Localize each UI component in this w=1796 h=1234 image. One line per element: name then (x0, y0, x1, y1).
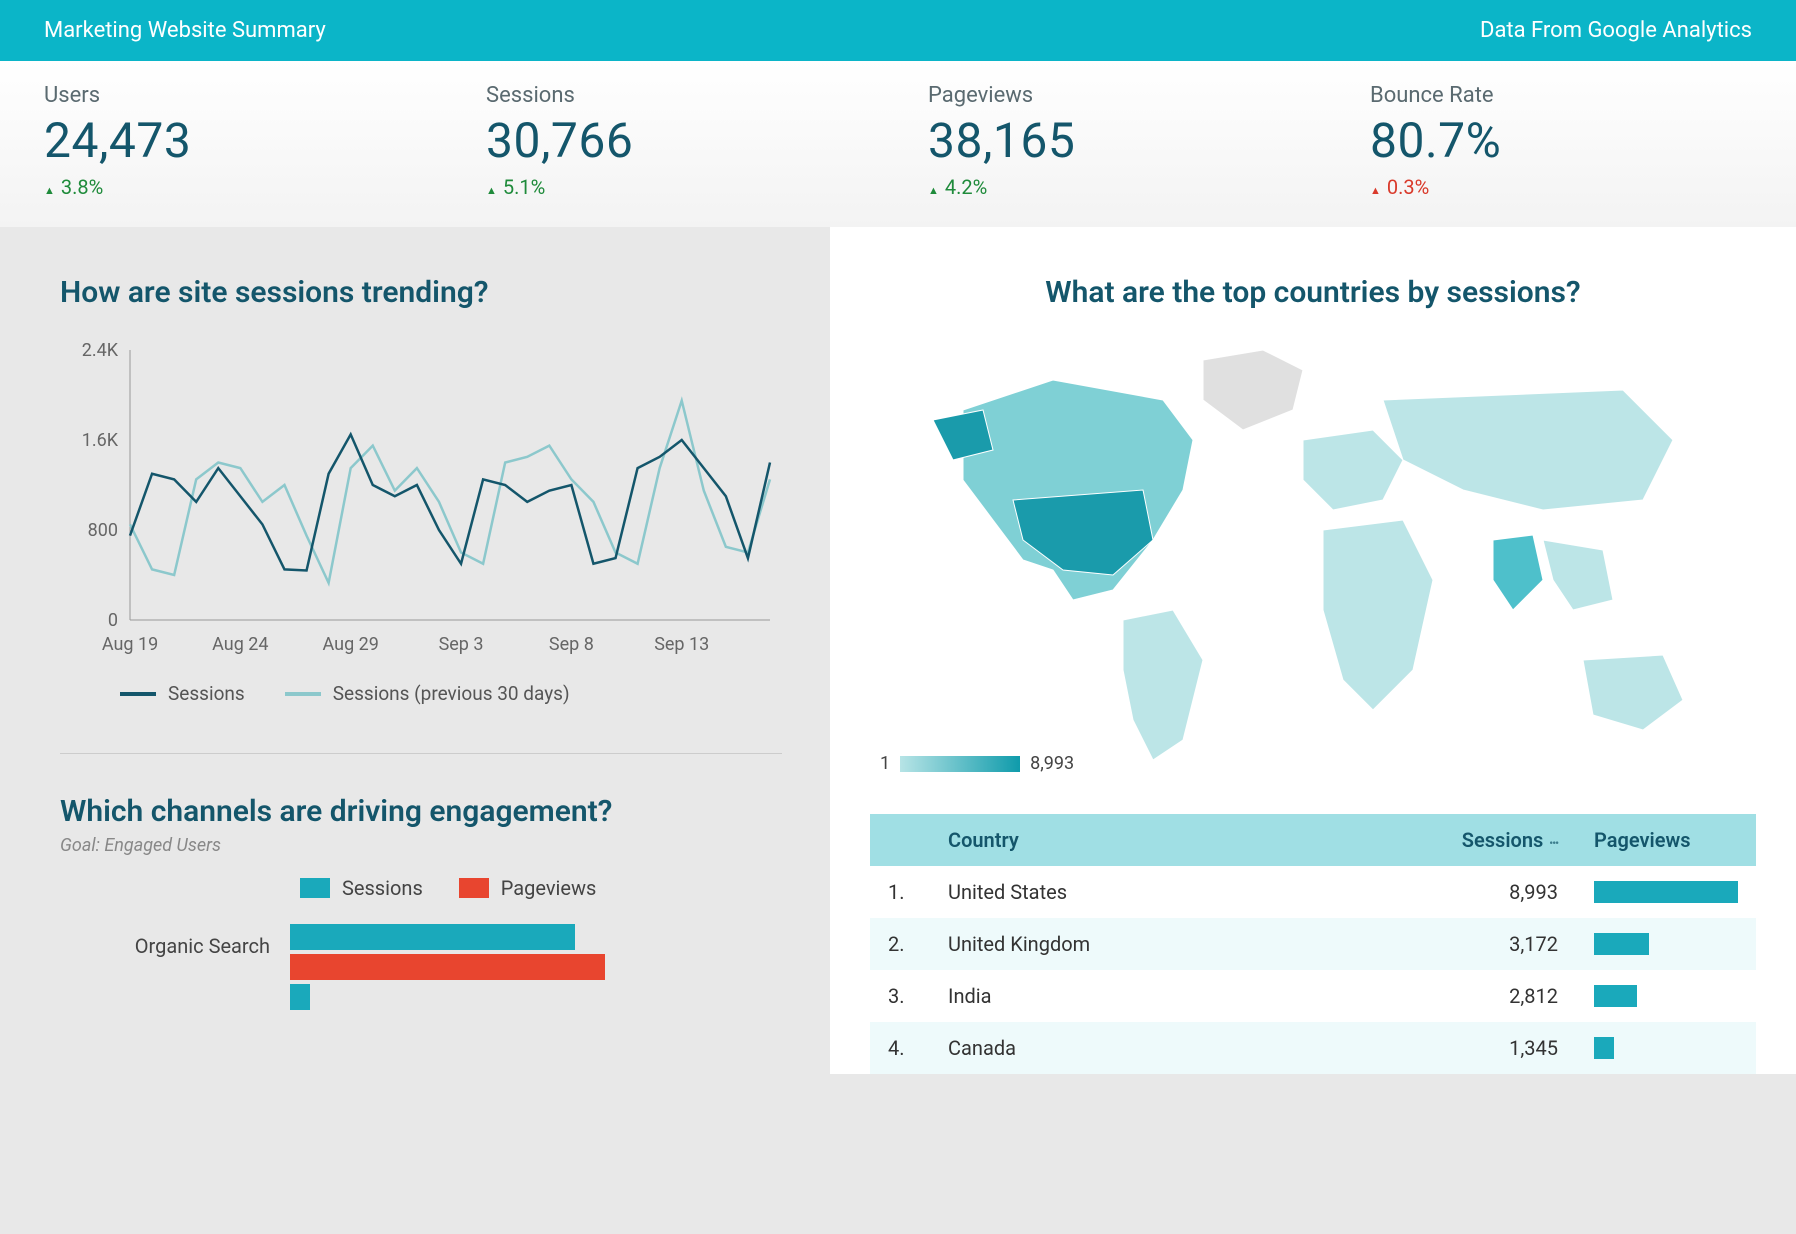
header-bar: Marketing Website Summary Data From Goog… (0, 0, 1796, 61)
table-row[interactable]: 4.Canada1,345 (870, 1022, 1756, 1074)
legend-item-sessions: Sessions (300, 876, 423, 900)
cell-pageviews-bar (1576, 918, 1756, 970)
col-country[interactable]: Country (930, 814, 1416, 866)
col-rank[interactable] (870, 814, 930, 866)
bar-pageviews (290, 954, 605, 980)
map-scale-bar (900, 756, 1020, 772)
cell-sessions: 8,993 (1416, 866, 1576, 918)
map-scale: 1 8,993 (880, 753, 1074, 774)
legend-item-sessions-prev: Sessions (previous 30 days) (285, 682, 570, 705)
col-sessions[interactable]: Sessions••• (1416, 814, 1576, 866)
cell-rank: 2. (870, 918, 930, 970)
kpi-label: Pageviews (928, 83, 1310, 108)
bar-sessions-next (290, 984, 310, 1010)
arrow-up-icon (1370, 175, 1381, 199)
table-row[interactable]: 1.United States8,993 (870, 866, 1756, 918)
kpi-users: Users 24,473 3.8% (44, 83, 426, 199)
kpi-label: Bounce Rate (1370, 83, 1752, 108)
kpi-value: 80.7% (1370, 112, 1752, 169)
legend-swatch (459, 878, 489, 898)
cell-sessions: 2,812 (1416, 970, 1576, 1022)
svg-text:Aug 19: Aug 19 (102, 634, 158, 655)
svg-text:800: 800 (88, 520, 118, 541)
kpi-delta: 4.2% (928, 175, 1310, 199)
cell-pageviews-bar (1576, 866, 1756, 918)
world-map[interactable]: 1 8,993 (870, 340, 1756, 784)
channel-bars[interactable] (290, 924, 782, 1014)
svg-text:1.6K: 1.6K (82, 430, 119, 451)
cell-sessions: 1,345 (1416, 1022, 1576, 1074)
table-row[interactable]: 2.United Kingdom3,172 (870, 918, 1756, 970)
col-pageviews[interactable]: Pageviews (1576, 814, 1756, 866)
kpi-value: 24,473 (44, 112, 426, 169)
page-title: Marketing Website Summary (44, 18, 326, 43)
kpi-row: Users 24,473 3.8% Sessions 30,766 5.1% P… (0, 61, 1796, 227)
svg-text:2.4K: 2.4K (82, 340, 119, 361)
cell-rank: 1. (870, 866, 930, 918)
kpi-pageviews: Pageviews 38,165 4.2% (928, 83, 1310, 199)
svg-text:Sep 8: Sep 8 (549, 634, 594, 655)
cell-pageviews-bar (1576, 1022, 1756, 1074)
kpi-delta: 0.3% (1370, 175, 1752, 199)
table-header-row: Country Sessions••• Pageviews (870, 814, 1756, 866)
svg-text:Aug 24: Aug 24 (212, 634, 268, 655)
countries-title: What are the top countries by sessions? (870, 275, 1756, 310)
cell-country: United States (930, 866, 1416, 918)
line-chart-svg: 0 800 1.6K 2.4K Aug 19 Aug 24 Aug 29 Sep 3 Sep 8… (60, 340, 780, 660)
arrow-up-icon (928, 175, 939, 199)
main-grid: How are site sessions trending? 0 800 1.6K… (0, 227, 1796, 1074)
channels-legend: Sessions Pageviews (300, 876, 782, 900)
cell-pageviews-bar (1576, 970, 1756, 1022)
cell-country: United Kingdom (930, 918, 1416, 970)
cell-country: Canada (930, 1022, 1416, 1074)
kpi-value: 30,766 (486, 112, 868, 169)
cell-rank: 3. (870, 970, 930, 1022)
legend-swatch (120, 692, 156, 696)
cell-rank: 4. (870, 1022, 930, 1074)
channels-subtitle: Goal: Engaged Users (60, 835, 782, 856)
legend-item-sessions: Sessions (120, 682, 245, 705)
svg-text:0: 0 (108, 610, 118, 631)
channels-title: Which channels are driving engagement? (60, 794, 782, 829)
divider (60, 753, 782, 754)
countries-table: Country Sessions••• Pageviews 1.United S… (870, 814, 1756, 1074)
sessions-trend-title: How are site sessions trending? (60, 275, 782, 310)
kpi-label: Sessions (486, 83, 868, 108)
kpi-bounce-rate: Bounce Rate 80.7% 0.3% (1370, 83, 1752, 199)
cell-sessions: 3,172 (1416, 918, 1576, 970)
kpi-delta: 3.8% (44, 175, 426, 199)
kpi-sessions: Sessions 30,766 5.1% (486, 83, 868, 199)
cell-country: India (930, 970, 1416, 1022)
arrow-up-icon (44, 175, 55, 199)
sort-icon: ••• (1549, 837, 1558, 850)
svg-text:Sep 13: Sep 13 (654, 634, 709, 655)
data-source-label: Data From Google Analytics (1480, 18, 1752, 43)
channel-label: Organic Search (60, 924, 270, 958)
line-chart-legend: Sessions Sessions (previous 30 days) (120, 682, 782, 705)
legend-swatch (285, 692, 321, 696)
table-row[interactable]: 3.India2,812 (870, 970, 1756, 1022)
right-column: What are the top countries by sessions? … (830, 227, 1796, 1074)
kpi-delta: 5.1% (486, 175, 868, 199)
channel-row-organic-search: Organic Search (60, 924, 782, 1014)
world-map-svg (903, 340, 1723, 780)
legend-swatch (300, 878, 330, 898)
left-column: How are site sessions trending? 0 800 1.6K… (0, 227, 830, 1074)
sessions-line-chart[interactable]: 0 800 1.6K 2.4K Aug 19 Aug 24 Aug 29 Sep 3 Sep 8… (60, 340, 782, 664)
arrow-up-icon (486, 175, 497, 199)
legend-item-pageviews: Pageviews (459, 876, 597, 900)
kpi-label: Users (44, 83, 426, 108)
svg-text:Sep 3: Sep 3 (439, 634, 484, 655)
bar-sessions (290, 924, 575, 950)
kpi-value: 38,165 (928, 112, 1310, 169)
svg-text:Aug 29: Aug 29 (323, 634, 379, 655)
